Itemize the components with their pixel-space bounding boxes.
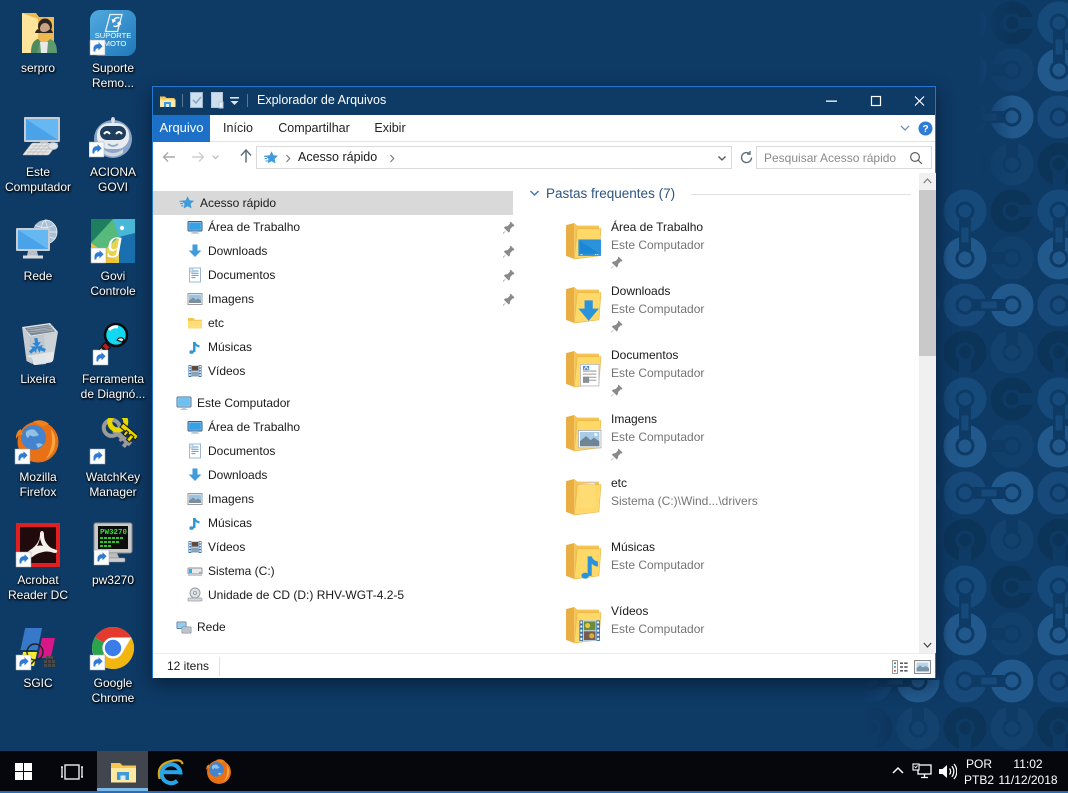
- svg-text:g: g: [108, 225, 123, 258]
- svg-text:?: ?: [922, 124, 928, 135]
- svg-text:MOTO: MOTO: [104, 39, 127, 48]
- svg-text:PW3270: PW3270: [100, 529, 128, 537]
